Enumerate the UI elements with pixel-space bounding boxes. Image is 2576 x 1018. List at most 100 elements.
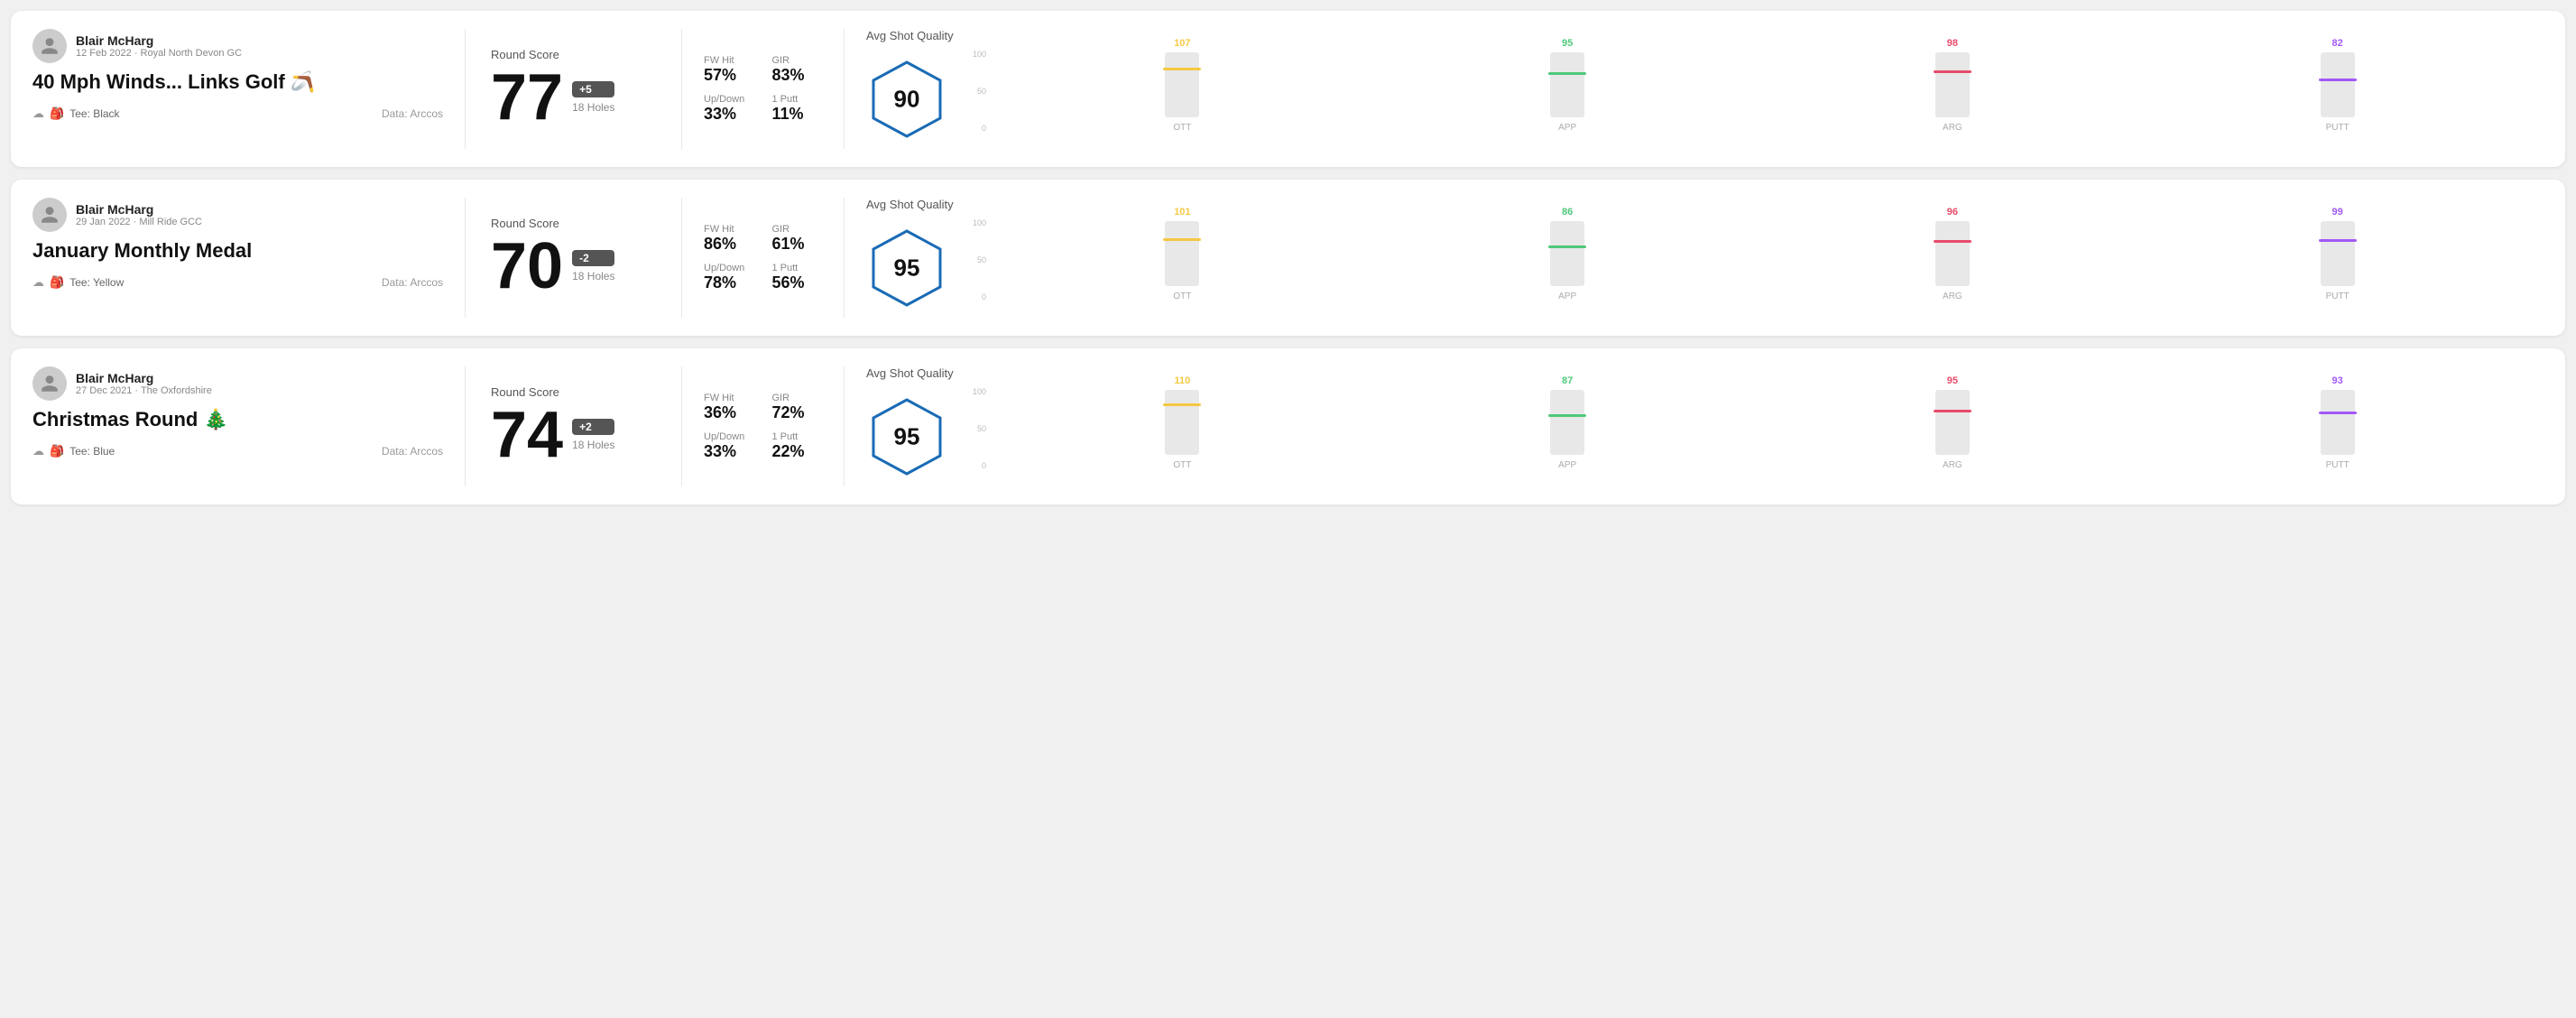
hexagon: 95 — [866, 227, 947, 309]
data-source: Data: Arccos — [382, 107, 443, 120]
score-badge-holes: +518 Holes — [572, 81, 614, 114]
bar-column: 95 APP — [1383, 38, 1752, 133]
bar-label: OTT — [1173, 123, 1191, 133]
bar-column: 93PUTT — [2153, 375, 2522, 470]
bar-marker — [1934, 240, 1971, 243]
stat-fw-hit-value: 86% — [704, 235, 754, 254]
date-course: 12 Feb 2022 · Royal North Devon GC — [76, 48, 242, 59]
hexagon-wrapper: 95 — [866, 396, 947, 477]
holes-text: 18 Holes — [572, 270, 614, 282]
tee-label: Tee: Black — [69, 107, 119, 120]
stat-fw-hit: FW Hit36% — [704, 393, 754, 422]
score-badge: -2 — [572, 250, 614, 266]
bar-label: OTT — [1173, 460, 1191, 470]
bar-column: 82PUTT — [2153, 38, 2522, 133]
bag-icon: 🎒 — [50, 275, 64, 290]
score-badge-holes: +218 Holes — [572, 419, 614, 451]
quality-content: 95 100500110OTT87APP95ARG93PUTT — [866, 387, 2522, 486]
y-axis: 100500 — [973, 387, 990, 470]
bar-value: 99 — [2332, 207, 2343, 217]
y-axis: 100500 — [973, 218, 990, 301]
stat-oneputt-value: 11% — [772, 105, 823, 124]
score-main: 77 +518 Holes — [491, 65, 656, 130]
stat-fw-hit-label: FW Hit — [704, 393, 754, 403]
stat-oneputt-value: 22% — [772, 442, 823, 461]
score-main: 74 +218 Holes — [491, 403, 656, 467]
bar-marker — [1163, 238, 1201, 241]
tee-info: ☁🎒Tee: Blue — [32, 444, 115, 458]
stat-updown-value: 78% — [704, 273, 754, 292]
bar-column: 98ARG — [1768, 38, 2137, 133]
bar-value: 87 — [1562, 375, 1573, 386]
stat-updown-value: 33% — [704, 105, 754, 124]
score-number: 70 — [491, 234, 563, 299]
stat-oneputt-label: 1 Putt — [772, 431, 823, 442]
round-left-section: Blair McHarg29 Jan 2022 · Mill Ride GCCJ… — [32, 198, 466, 318]
quality-section: Avg Shot Quality 95 100500110OTT87APP95A… — [845, 366, 2544, 486]
y-axis-label: 0 — [982, 461, 986, 470]
stat-updown-label: Up/Down — [704, 431, 754, 442]
hex-score-value: 95 — [894, 423, 920, 451]
bar-outer — [1935, 221, 1970, 286]
user-header: Blair McHarg27 Dec 2021 · The Oxfordshir… — [32, 366, 443, 401]
bar-column: 87 APP — [1383, 375, 1752, 470]
score-label: Round Score — [491, 48, 656, 61]
bar-value: 95 — [1947, 375, 1958, 386]
stat-oneputt: 1 Putt11% — [772, 94, 823, 124]
stat-oneputt-value: 56% — [772, 273, 823, 292]
bar-label: APP — [1558, 460, 1576, 470]
score-label: Round Score — [491, 217, 656, 230]
stat-gir-label: GIR — [772, 224, 823, 235]
score-number: 77 — [491, 65, 563, 130]
stat-updown-label: Up/Down — [704, 263, 754, 273]
score-section: Round Score 74 +218 Holes — [466, 366, 682, 486]
user-info: Blair McHarg29 Jan 2022 · Mill Ride GCC — [76, 202, 202, 227]
bar-outer — [1550, 390, 1584, 455]
bar-label: ARG — [1943, 123, 1962, 133]
bar-chart-container: 100500 101OTT86APP96ARG99PUTT — [973, 218, 2522, 318]
hexagon: 95 — [866, 396, 947, 477]
bar-outer — [1935, 52, 1970, 117]
bar-outer — [1935, 390, 1970, 455]
avatar — [32, 366, 67, 401]
bar-marker — [2319, 79, 2357, 81]
bar-label: APP — [1558, 292, 1576, 301]
bar-column: 110 OTT — [998, 375, 1367, 470]
bar-outer — [1165, 221, 1199, 286]
stat-gir-value: 83% — [772, 66, 823, 85]
stat-updown: Up/Down33% — [704, 94, 754, 124]
bar-column: 101OTT — [998, 207, 1367, 301]
stat-oneputt: 1 Putt22% — [772, 431, 823, 461]
stat-oneputt-label: 1 Putt — [772, 263, 823, 273]
bar-value: 95 — [1562, 38, 1573, 49]
avatar — [32, 29, 67, 63]
hexagon: 90 — [866, 59, 947, 140]
stat-gir: GIR72% — [772, 393, 823, 422]
bar-column: 107OTT — [998, 38, 1367, 133]
avatar — [32, 198, 67, 232]
user-name: Blair McHarg — [76, 371, 212, 385]
stats-grid: FW Hit86%GIR61%Up/Down78%1 Putt56% — [704, 224, 822, 292]
round-card: Blair McHarg12 Feb 2022 · Royal North De… — [11, 11, 2565, 167]
bar-value: 82 — [2332, 38, 2343, 49]
bar-outer — [1550, 221, 1584, 286]
y-axis-label: 50 — [977, 424, 986, 433]
bar-label: OTT — [1173, 292, 1191, 301]
bar-chart: 101OTT86APP96ARG99PUTT — [998, 218, 2522, 318]
bar-chart-container: 100500107OTT95APP98ARG82PUTT — [973, 50, 2522, 149]
bar-value: 86 — [1562, 207, 1573, 217]
stat-updown: Up/Down78% — [704, 263, 754, 292]
data-source: Data: Arccos — [382, 276, 443, 289]
tee-row: ☁🎒Tee: BlackData: Arccos — [32, 106, 443, 121]
tee-row: ☁🎒Tee: BlueData: Arccos — [32, 444, 443, 458]
user-info: Blair McHarg27 Dec 2021 · The Oxfordshir… — [76, 371, 212, 396]
stats-grid: FW Hit36%GIR72%Up/Down33%1 Putt22% — [704, 393, 822, 461]
stat-fw-hit-label: FW Hit — [704, 55, 754, 66]
bar-label: ARG — [1943, 460, 1962, 470]
score-number: 74 — [491, 403, 563, 467]
bar-marker — [1548, 72, 1586, 75]
score-label: Round Score — [491, 385, 656, 399]
score-badge-holes: -2 18 Holes — [572, 250, 614, 282]
bar-label: APP — [1558, 123, 1576, 133]
bar-value: 110 — [1175, 375, 1191, 386]
